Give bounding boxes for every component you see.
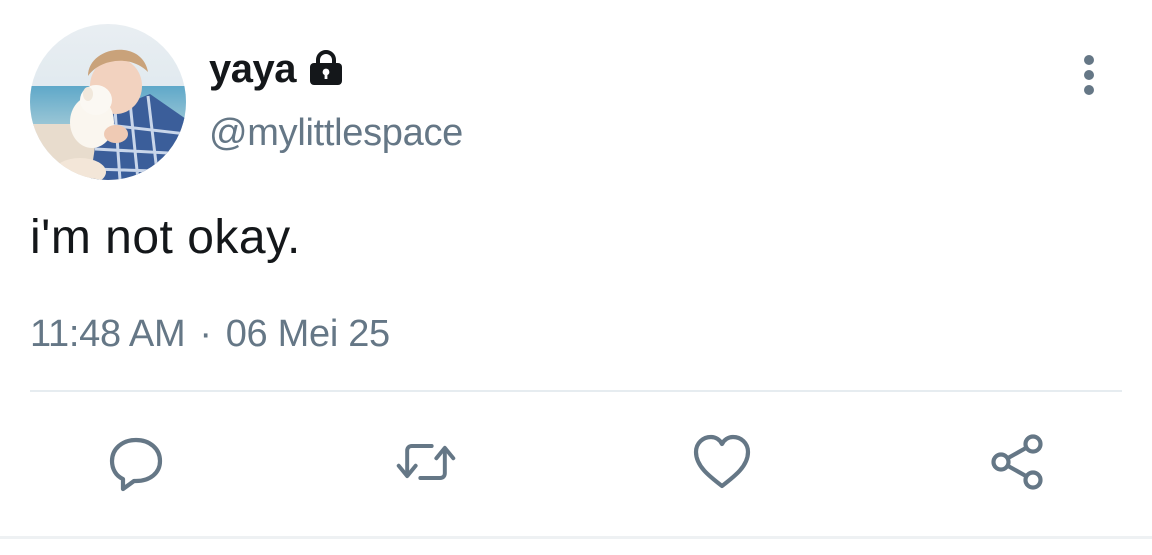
retweet-button[interactable] (394, 430, 458, 494)
tweet-card: yaya @mylittlespace i'm not okay. 11:48 … (0, 0, 1152, 555)
share-icon (991, 434, 1043, 490)
avatar-photo (30, 24, 186, 180)
retweet-icon (396, 444, 456, 480)
tweet-meta: 11:48 AM · 06 Mei 25 (30, 313, 390, 356)
reply-button[interactable] (104, 430, 168, 494)
divider (30, 390, 1122, 392)
user-handle[interactable]: @mylittlespace (209, 112, 463, 155)
more-options-button[interactable] (1072, 52, 1106, 98)
more-vertical-icon (1084, 55, 1094, 95)
tweet-text: i'm not okay. (30, 211, 301, 264)
like-button[interactable] (690, 430, 754, 494)
reply-icon (109, 437, 163, 492)
action-bar (0, 430, 1152, 494)
tweet-time[interactable]: 11:48 AM (30, 313, 186, 355)
lock-icon (307, 49, 345, 91)
heart-icon (693, 434, 751, 489)
share-button[interactable] (986, 430, 1050, 494)
user-name-row: yaya (209, 46, 345, 92)
meta-separator: · (199, 313, 212, 355)
display-name[interactable]: yaya (209, 47, 296, 92)
tweet-date[interactable]: 06 Mei 25 (226, 313, 390, 355)
bottom-border (0, 536, 1152, 539)
avatar[interactable] (30, 24, 186, 180)
